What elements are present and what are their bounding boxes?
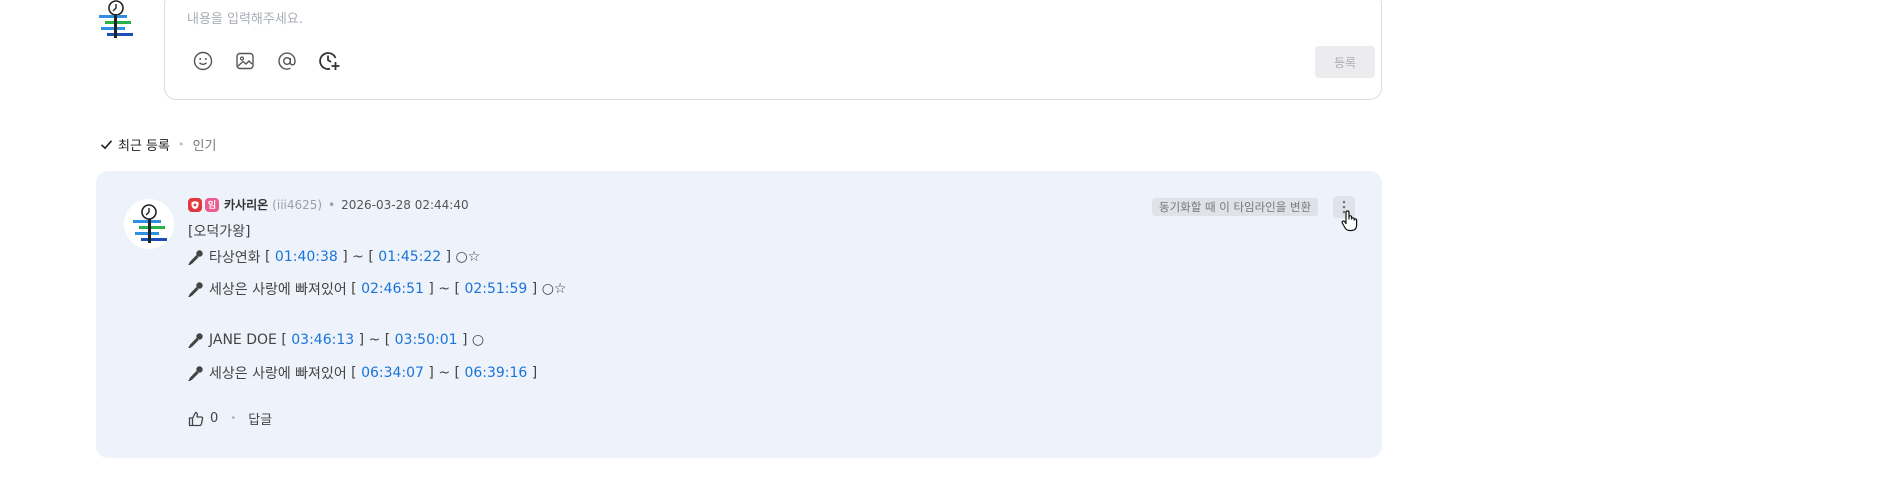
timestamp-start[interactable]: 03:46:13 [291, 332, 354, 348]
clock-plus-icon[interactable] [317, 49, 341, 73]
sort-recent[interactable]: 최근 등록 [100, 135, 170, 154]
shield-badge-icon [188, 197, 202, 212]
hand-cursor-icon [1341, 210, 1359, 236]
tilde: ~ [438, 281, 451, 297]
timestamp-end[interactable]: 01:45:22 [378, 249, 441, 265]
microphone-icon [188, 282, 203, 297]
microphone-icon [188, 250, 203, 265]
timeline-line: 세상은 사랑에 빠져있어 [ 06:34:07 ] ~ [ 06:39:16 ] [188, 363, 537, 383]
comment-editor: 등록 [164, 0, 1382, 100]
timeline-line: 세상은 사랑에 빠져있어 [ 02:46:51 ] ~ [ 02:51:59 ]… [188, 279, 567, 299]
bracket: ] [531, 365, 538, 381]
microphone-icon [188, 333, 203, 348]
reply-button[interactable]: 답글 [248, 409, 272, 428]
sort-popular[interactable]: 인기 [192, 135, 216, 154]
tilde: ~ [438, 365, 451, 381]
comment-date: 2026-03-28 02:44:40 [341, 197, 469, 212]
submit-button[interactable]: 등록 [1315, 46, 1375, 78]
timestamp-end[interactable]: 06:39:16 [464, 365, 527, 381]
timestamp-end[interactable]: 03:50:01 [395, 332, 458, 348]
author-id: (iii4625) [272, 197, 323, 212]
member-badge: 임 [205, 197, 219, 212]
timestamp-start[interactable]: 02:46:51 [361, 281, 424, 297]
comment-input[interactable] [185, 7, 1289, 31]
like-button[interactable]: 0 [188, 411, 218, 427]
song-title: 세상은 사랑에 빠져있어 [209, 366, 347, 382]
header-separator: • [328, 197, 336, 212]
sort-tabs: 최근 등록 • 인기 [100, 135, 216, 154]
comment-intro: [오덕가왕] [188, 224, 251, 240]
song-title: JANE DOE [209, 332, 277, 348]
at-icon[interactable] [275, 49, 299, 73]
footer-separator: • [230, 413, 237, 424]
image-icon[interactable] [233, 49, 257, 73]
check-icon [100, 140, 113, 150]
smiley-icon[interactable] [191, 49, 215, 73]
marks: ○☆ [541, 281, 567, 297]
timestamp-start[interactable]: 01:40:38 [275, 249, 338, 265]
avatar[interactable] [124, 199, 174, 249]
channel-logo [96, 0, 142, 44]
sort-recent-label: 최근 등록 [118, 139, 170, 154]
thumbs-up-icon [188, 411, 204, 426]
author-nickname[interactable]: 카사리온 [224, 196, 268, 213]
like-count: 0 [210, 411, 219, 426]
timestamp-start[interactable]: 06:34:07 [361, 365, 424, 381]
song-title: 타상연화 [209, 250, 261, 266]
comment-footer: 0 • 답글 [188, 409, 272, 428]
timeline-line: 타상연화 [ 01:40:38 ] ~ [ 01:45:22 ] ○☆ [188, 247, 480, 267]
microphone-icon [188, 366, 203, 381]
sort-separator: • [177, 138, 185, 151]
editor-toolbar [191, 49, 341, 73]
timestamp-end[interactable]: 02:51:59 [464, 281, 527, 297]
comment-card: 임 카사리온 (iii4625) • 2026-03-28 02:44:40 동… [96, 171, 1382, 458]
marks: ○ [471, 332, 485, 348]
comment-header: 임 카사리온 (iii4625) • 2026-03-28 02:44:40 [188, 196, 469, 213]
tilde: ~ [352, 249, 364, 265]
timeline-line: JANE DOE [ 03:46:13 ] ~ [ 03:50:01 ] ○ [188, 332, 484, 348]
sync-timeline-button[interactable]: 동기화할 때 이 타임라인을 변환 [1152, 198, 1319, 216]
marks: ○☆ [455, 249, 481, 265]
tilde: ~ [368, 332, 381, 348]
song-title: 세상은 사랑에 빠져있어 [209, 282, 347, 298]
